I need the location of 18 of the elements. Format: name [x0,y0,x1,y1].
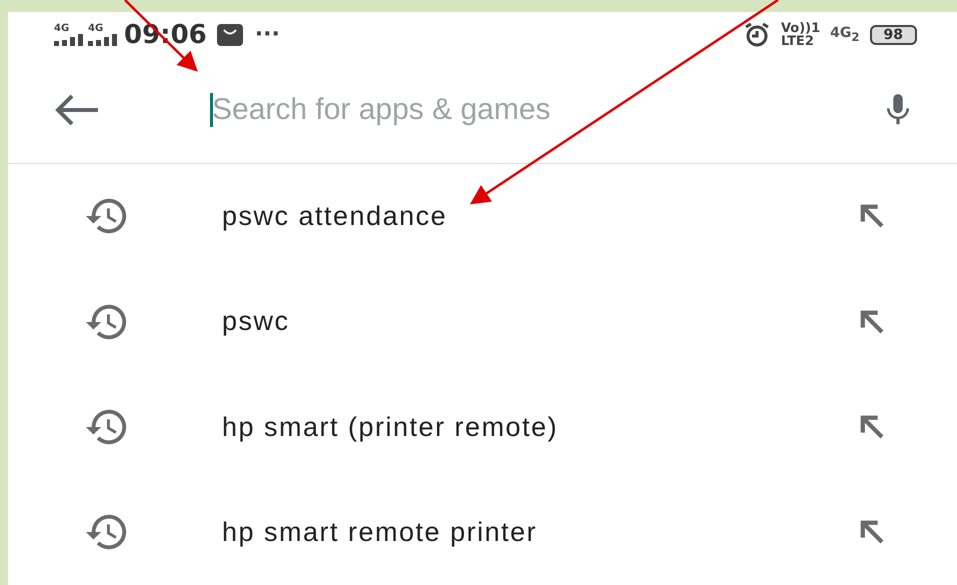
volte-label: Vo))1 [780,22,820,35]
signal-icon [88,34,118,46]
alarm-clock-icon [742,22,771,48]
network-type-label: 4G [88,24,104,34]
search-suggestion[interactable]: hp smart remote printer [222,516,855,548]
search-suggestion[interactable]: hp smart (printer remote) [222,412,855,443]
signal-icon [54,34,84,46]
battery-level: 98 [870,24,917,45]
search-suggestion[interactable]: pswc [222,306,855,338]
lte-label: LTE2 [780,34,814,48]
text-cursor [210,92,213,127]
search-suggestion[interactable]: pswc attendance [222,200,855,232]
search-field[interactable]: Search for apps & games [212,92,879,127]
more-notifications-label: ··· [254,22,280,48]
shopping-bag-icon [216,24,243,46]
network-type-label: 4G$_{2}$ [830,25,860,44]
network-type-label: 4G [54,24,70,34]
back-arrow-icon[interactable] [54,92,100,127]
